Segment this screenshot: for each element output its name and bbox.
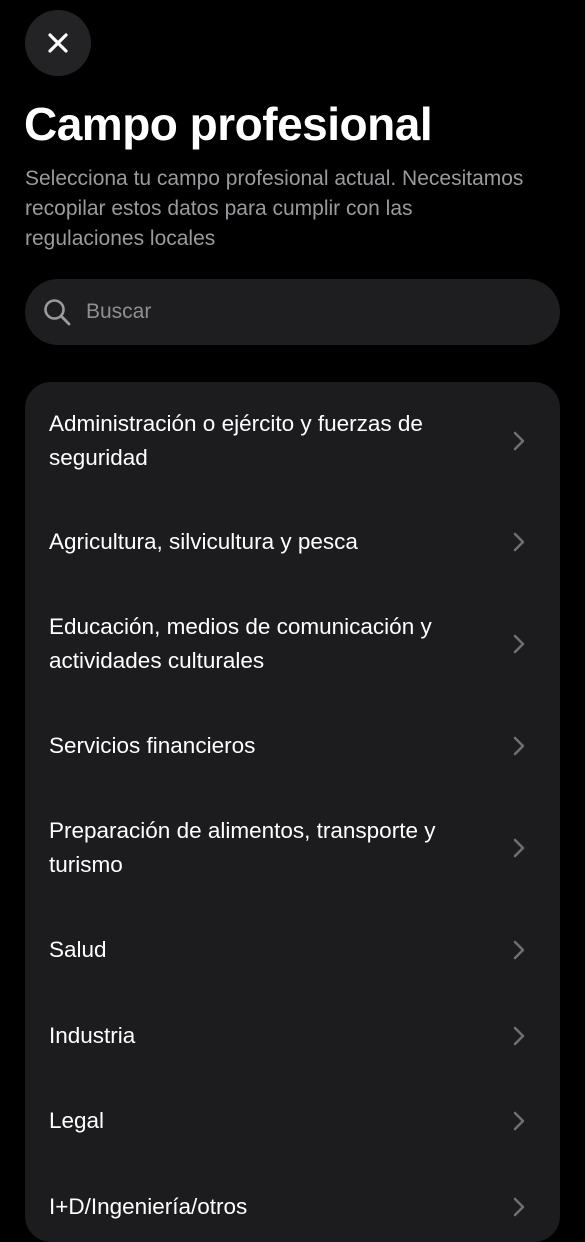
- chevron-right-icon: [513, 1111, 525, 1131]
- chevron-right-icon: [513, 634, 525, 654]
- list-item-agriculture[interactable]: Agricultura, silvicultura y pesca: [25, 499, 560, 585]
- list-item-label: Educación, medios de comunicación y acti…: [49, 614, 432, 673]
- list-item-label: Agricultura, silvicultura y pesca: [49, 529, 358, 554]
- chevron-right-icon: [513, 1026, 525, 1045]
- list-item-financial-services[interactable]: Servicios financieros: [25, 703, 560, 789]
- chevron-right-icon: [513, 431, 525, 450]
- list-item-legal[interactable]: Legal: [25, 1078, 560, 1164]
- list-item-label: Preparación de alimentos, transporte y t…: [49, 818, 436, 877]
- professional-field-list: Administración o ejército y fuerzas de s…: [25, 382, 560, 1242]
- list-item-label: Administración o ejército y fuerzas de s…: [49, 410, 423, 470]
- chevron-right-icon: [513, 940, 525, 960]
- search-icon: [44, 299, 71, 326]
- list-item-label: Industria: [49, 1022, 136, 1048]
- page-subtitle: Selecciona tu campo profesional actual. …: [25, 167, 524, 250]
- chevron-right-icon: [513, 838, 525, 858]
- list-item-administration[interactable]: Administración o ejército y fuerzas de s…: [25, 382, 560, 499]
- chevron-right-icon: [513, 736, 525, 756]
- list-item-health[interactable]: Salud: [25, 907, 560, 993]
- chevron-right-icon: [513, 1197, 525, 1217]
- search-bar[interactable]: [25, 279, 560, 345]
- list-item-food-transport-tourism[interactable]: Preparación de alimentos, transporte y t…: [25, 789, 560, 907]
- page-title: Campo profesional: [24, 98, 433, 150]
- close-icon: [48, 33, 68, 53]
- list-item-industry[interactable]: Industria: [25, 993, 560, 1078]
- chevron-right-icon: [513, 532, 525, 552]
- list-item-rd-engineering[interactable]: I+D/Ingeniería/otros: [25, 1164, 560, 1242]
- search-input[interactable]: [86, 292, 560, 332]
- list-item-education[interactable]: Educación, medios de comunicación y acti…: [25, 585, 560, 703]
- list-item-label: I+D/Ingeniería/otros: [49, 1194, 248, 1219]
- list-item-label: Servicios financieros: [49, 733, 256, 758]
- list-item-label: Salud: [49, 937, 107, 962]
- close-button[interactable]: [25, 10, 91, 76]
- list-item-label: Legal: [49, 1108, 105, 1133]
